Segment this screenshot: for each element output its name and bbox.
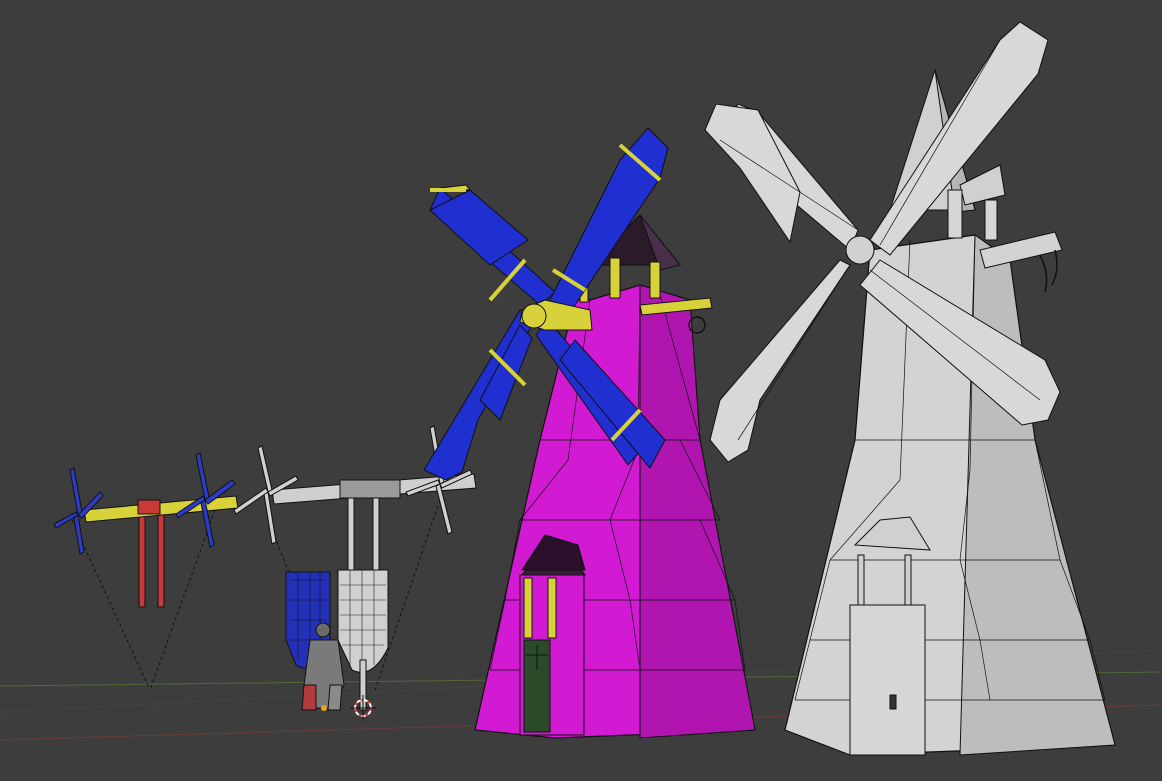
3d-viewport[interactable] xyxy=(0,0,1162,781)
